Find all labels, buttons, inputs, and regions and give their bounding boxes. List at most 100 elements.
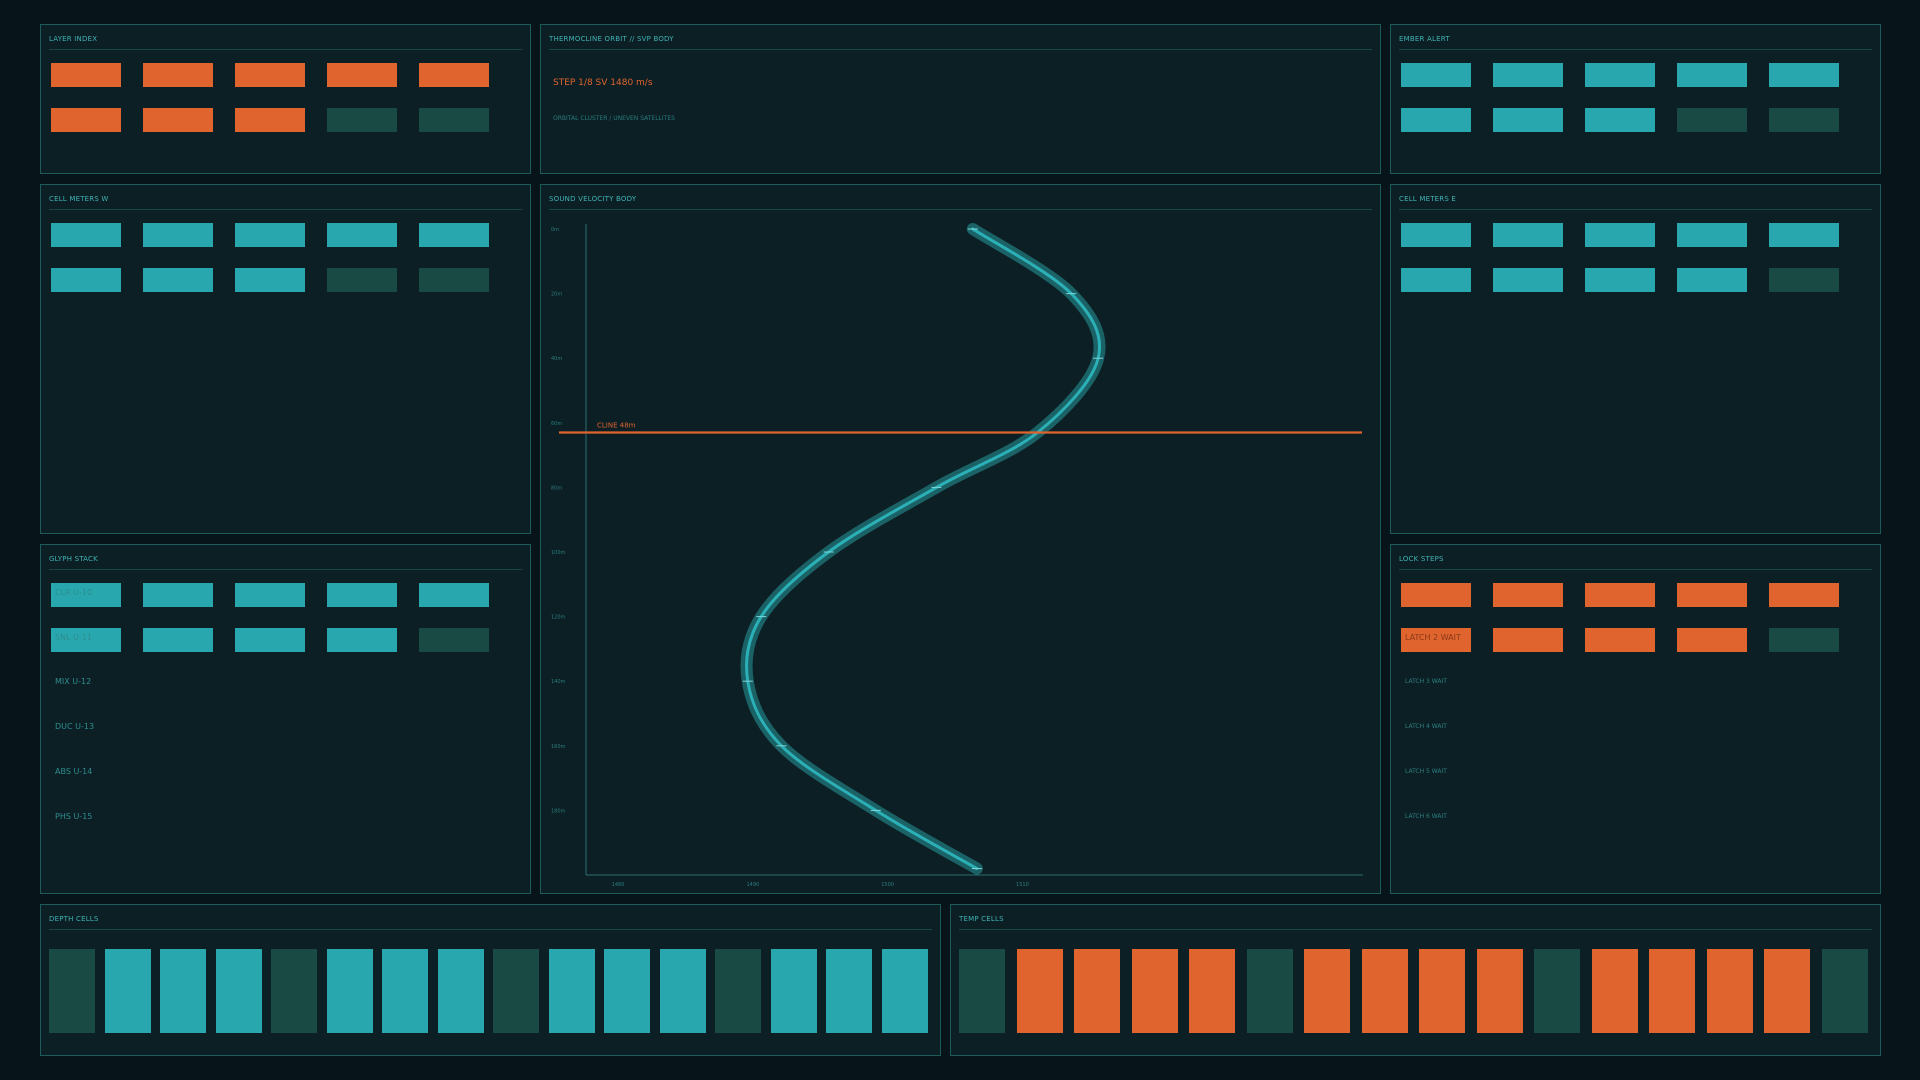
x-tick-label: 1490: [746, 882, 759, 888]
depth-cell: [437, 949, 484, 1033]
temp-cell: [959, 949, 1005, 1033]
glyph-stack-block: [143, 583, 213, 607]
temp-cell: [1016, 949, 1063, 1033]
panel-title: EMBER ALERT: [1399, 35, 1450, 43]
ember-alert-block: [1493, 63, 1563, 87]
glyph-stack-block: [235, 628, 305, 652]
temp-cell: [1189, 949, 1236, 1033]
y-tick-label: 140m: [551, 679, 566, 685]
lock-steps-block: [1677, 583, 1747, 607]
x-tick-label: 1510: [1016, 882, 1029, 888]
cell-meters-w-block: [51, 268, 121, 292]
ember-alert-block: [1769, 63, 1839, 87]
y-tick-label: 180m: [551, 808, 566, 814]
panel-temp-cells: TEMP CELLS: [950, 904, 1881, 1056]
lock-steps-block: [1585, 583, 1655, 607]
y-tick-label: 20m: [551, 292, 562, 298]
lock-steps-block: [1677, 628, 1747, 652]
depth-cell: [215, 949, 262, 1033]
temp-cell: [1822, 949, 1868, 1033]
ember-alert-block: [1401, 63, 1471, 87]
stack-label-mix: MIX U-12: [55, 677, 92, 686]
layer-index-block: [51, 108, 121, 132]
lock-steps-block: [1585, 628, 1655, 652]
ember-alert-block: [1493, 108, 1563, 132]
layer-index-block: [51, 63, 121, 87]
depth-cell: [826, 949, 873, 1033]
cell-meters-e-block: [1401, 223, 1471, 247]
divider: [1399, 49, 1872, 50]
lock-steps-block: [1493, 583, 1563, 607]
temp-cell: [1246, 949, 1293, 1033]
depth-cell: [715, 949, 762, 1033]
depth-cell: [770, 949, 817, 1033]
cell-meters-e-block: [1585, 268, 1655, 292]
glyph-stack-block: [419, 628, 489, 652]
divider: [49, 209, 522, 210]
y-tick-label: 40m: [551, 356, 562, 362]
temp-cell: [1419, 949, 1466, 1033]
cell-meters-e-block: [1585, 223, 1655, 247]
latch-label-5: LATCH 5 WAIT: [1405, 768, 1447, 775]
cell-meters-w-block: [235, 223, 305, 247]
ember-alert-block: [1585, 63, 1655, 87]
depth-cell: [382, 949, 429, 1033]
ember-alert-block: [1677, 108, 1747, 132]
temp-cell: [1534, 949, 1581, 1033]
panel-lock-steps: LOCK STEPS LATCH 3 WAIT LATCH 4 WAIT LAT…: [1390, 544, 1881, 894]
panel-layer-index: LAYER INDEX: [40, 24, 531, 174]
block-label: CLR U-10: [55, 588, 93, 597]
lock-steps-block: [1493, 628, 1563, 652]
latch-label-6: LATCH 6 WAIT: [1405, 813, 1447, 820]
latch-label-4: LATCH 4 WAIT: [1405, 723, 1447, 730]
cell-meters-e-block: [1769, 268, 1839, 292]
divider: [49, 929, 932, 930]
cell-meters-w-block: [143, 268, 213, 292]
glyph-stack-block: [235, 583, 305, 607]
cell-meters-e-block: [1493, 223, 1563, 247]
depth-cell: [604, 949, 651, 1033]
lock-steps-block: [1769, 583, 1839, 607]
divider: [959, 929, 1872, 930]
cell-meters-e-block: [1769, 223, 1839, 247]
depth-cell: [548, 949, 595, 1033]
temp-cell: [1591, 949, 1638, 1033]
layer-index-block: [327, 63, 397, 87]
temp-cell: [1706, 949, 1753, 1033]
panel-title: CELL METERS W: [49, 195, 109, 203]
divider: [49, 49, 522, 50]
depth-cell: [493, 949, 540, 1033]
depth-cell: [882, 949, 928, 1033]
cell-meters-w-block: [143, 223, 213, 247]
cell-meters-e-block: [1493, 268, 1563, 292]
cell-meters-w-block: [51, 223, 121, 247]
cell-meters-e-block: [1677, 223, 1747, 247]
block-label: LATCH 2 WAIT: [1405, 633, 1461, 642]
panel-title: GLYPH STACK: [49, 555, 98, 563]
panel-cell-meters-w: CELL METERS W: [40, 184, 531, 534]
glyph-stack-block: [327, 628, 397, 652]
glyph-stack-block: [327, 583, 397, 607]
layer-index-block: [419, 63, 489, 87]
layer-index-block: [419, 108, 489, 132]
cell-meters-w-block: [327, 268, 397, 292]
sound-velocity-chart: 0m 20m 40m 60m 80m 100m 120m 140m 160m 180m 1480 14…: [551, 223, 1363, 888]
temp-cell: [1649, 949, 1696, 1033]
temp-cell: [1131, 949, 1178, 1033]
step-readout: STEP 1/8 SV 1480 m/s: [553, 78, 653, 88]
ember-alert-block: [1401, 108, 1471, 132]
y-tick-label: 160m: [551, 744, 566, 750]
panel-ember-alert: EMBER ALERT: [1390, 24, 1881, 174]
depth-cell: [659, 949, 706, 1033]
cell-meters-e-block: [1401, 268, 1471, 292]
layer-index-block: [327, 108, 397, 132]
cell-meters-w-block: [419, 268, 489, 292]
temp-cell: [1074, 949, 1121, 1033]
svp-curve: [745, 227, 1101, 871]
divider: [549, 49, 1372, 50]
stack-label-phs: PHS U-15: [55, 812, 93, 821]
layer-index-block: [143, 63, 213, 87]
cell-meters-w-block: [327, 223, 397, 247]
y-tick-label: 100m: [551, 550, 566, 556]
depth-cell: [160, 949, 207, 1033]
